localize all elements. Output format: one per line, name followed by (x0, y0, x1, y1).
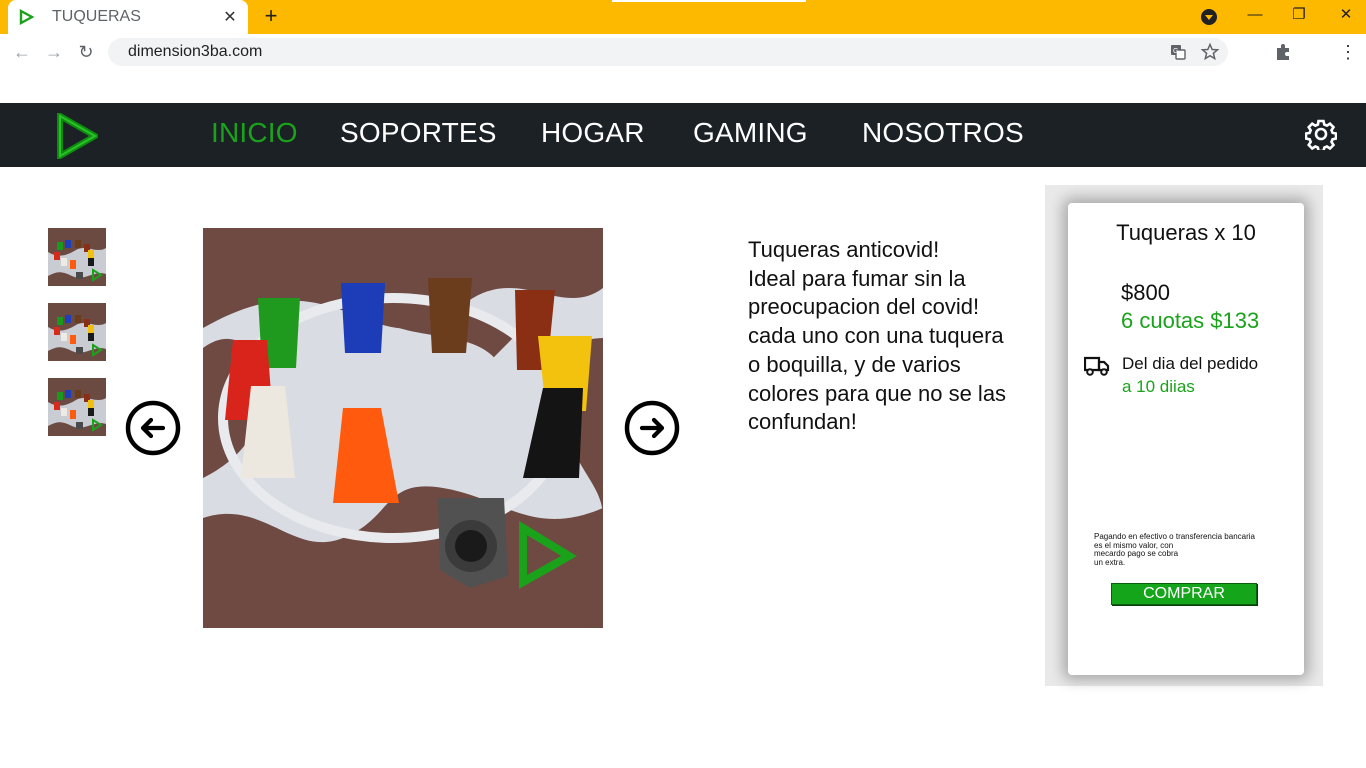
new-tab-button[interactable]: + (260, 5, 282, 27)
buy-button[interactable]: COMPRAR (1111, 583, 1257, 605)
tab-strip-highlight (612, 0, 806, 2)
nav-inicio[interactable]: INICIO (211, 117, 298, 149)
nav-hogar[interactable]: HOGAR (541, 117, 645, 149)
gear-icon[interactable] (1305, 118, 1337, 150)
card-title: Tuqueras x 10 (1116, 220, 1256, 245)
site-logo-icon[interactable] (56, 113, 98, 159)
star-icon[interactable] (1200, 42, 1220, 62)
payment-note: Pagando en efectivo o transferencia banc… (1094, 532, 1255, 568)
truck-icon (1084, 356, 1110, 376)
product-thumbnail-2[interactable] (48, 303, 106, 361)
profile-menu-icon[interactable] (1201, 9, 1217, 25)
minimize-button[interactable]: — (1240, 4, 1270, 26)
arrow-right-circle-icon[interactable] (624, 400, 680, 456)
installments: 6 cuotas $133 (1121, 308, 1260, 333)
product-thumbnail-1[interactable] (48, 228, 106, 286)
purchase-card: Tuqueras x 10 $800 6 cuotas $133 Del dia… (1068, 203, 1304, 675)
address-bar[interactable]: dimension3ba.com G (108, 38, 1228, 66)
close-window-button[interactable]: ✕ (1331, 4, 1361, 26)
shipping-line-1: Del dia del pedido (1122, 354, 1259, 373)
shipping-line-2: a 10 diias (1122, 377, 1195, 396)
browser-toolbar: ← → ↻ dimension3ba.com G ⋮ (0, 34, 1366, 70)
forward-button[interactable]: → (42, 40, 66, 64)
puzzle-icon[interactable] (1273, 42, 1293, 62)
price: $800 (1121, 280, 1170, 305)
product-thumbnail-3[interactable] (48, 378, 106, 436)
product-main-image (203, 228, 603, 628)
nav-soportes[interactable]: SOPORTES (340, 117, 497, 149)
translate-icon[interactable]: G (1168, 42, 1188, 62)
restore-button[interactable]: ❐ (1284, 4, 1314, 26)
tab-close-icon[interactable]: ✕ (222, 7, 238, 27)
tab-title: TUQUERAS (52, 8, 141, 25)
nav-nosotros[interactable]: NOSOTROS (862, 117, 1024, 149)
svg-text:G: G (1173, 48, 1178, 55)
reload-button[interactable]: ↻ (74, 40, 98, 64)
url-text: dimension3ba.com (128, 43, 263, 60)
nav-gaming[interactable]: GAMING (693, 117, 808, 149)
arrow-left-circle-icon[interactable] (125, 400, 181, 456)
product-description: Tuqueras anticovid! Ideal para fumar sin… (748, 237, 1007, 435)
browser-tab-bar: TUQUERAS ✕ + — ❐ ✕ (0, 0, 1366, 34)
browser-menu-icon[interactable]: ⋮ (1338, 42, 1358, 62)
back-button[interactable]: ← (10, 40, 34, 64)
browser-tab[interactable]: TUQUERAS ✕ (8, 0, 248, 34)
site-navbar: INICIO SOPORTES HOGAR GAMING NOSOTROS (0, 103, 1366, 167)
play-triangle-icon (19, 9, 34, 25)
